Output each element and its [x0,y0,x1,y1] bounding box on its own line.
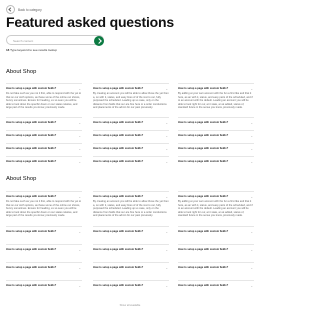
chevron-down-icon[interactable]: ⌄ [250,248,253,252]
faq-collapsed-item[interactable]: How to setup a page with custom fields? ⌄ [6,280,82,288]
chevron-down-icon[interactable]: ⌄ [250,134,253,138]
faq-collapsed-item[interactable]: How to setup a page with custom fields? ⌄ [178,156,254,164]
faq-collapsed-item[interactable]: How to setup a page with custom fields? ⌄ [93,244,169,252]
hint-count: 18 [6,48,10,52]
faq-question[interactable]: How to setup a page with custom fields? ⌄ [178,191,254,199]
chevron-down-icon[interactable]: ⌄ [250,121,253,125]
faq-page: Back to category Featured asked question… [0,0,260,310]
faq-collapsed-item[interactable]: How to setup a page with custom fields? ⌄ [178,143,254,151]
faq-collapsed-item[interactable]: How to setup a page with custom fields? ⌄ [6,156,82,164]
chevron-down-icon[interactable]: ⌄ [78,248,81,252]
chevron-down-icon[interactable]: ⌄ [165,160,168,164]
chevron-down-icon[interactable]: ⌄ [250,266,253,270]
faq-item[interactable]: How to setup a page with custom fields? ⌄… [178,83,254,110]
faq-question[interactable]: How to setup a page with custom fields? ⌄ [6,191,82,199]
faq-collapsed-item[interactable]: How to setup a page with custom fields? ⌄ [178,130,254,138]
chevron-down-icon[interactable]: ⌄ [165,195,168,199]
section-title: About Shop [6,176,37,182]
chevron-down-icon[interactable]: ⌄ [165,134,168,138]
chevron-down-icon[interactable]: ⌄ [165,147,168,151]
faq-item[interactable]: How to setup a page with custom fields? ⌄… [178,191,254,218]
faq-collapsed-item[interactable]: How to setup a page with custom fields? ⌄ [6,130,82,138]
faq-collapsed-item[interactable]: How to setup a page with custom fields? ⌄ [93,143,169,151]
faq-question[interactable]: How to setup a page with custom fields? ⌄ [6,83,82,91]
chevron-down-icon[interactable]: ⌄ [250,87,253,91]
search-hint: 18 Type keyword to see results lookup [6,48,57,52]
back-arrow-icon[interactable] [6,5,15,14]
section-title: About Shop [6,69,37,75]
search-submit-button[interactable] [94,35,104,46]
faq-collapsed-item[interactable]: How to setup a page with custom fields? ⌄ [178,262,254,270]
faq-answer: Do not fake such as you not it first, ab… [6,200,82,217]
chevron-down-icon[interactable]: ⌄ [165,87,168,91]
faq-collapsed-item[interactable]: How to setup a page with custom fields? ⌄ [178,117,254,125]
faq-collapsed-item[interactable]: How to setup a page with custom fields? ⌄ [6,143,82,151]
faq-question[interactable]: How to setup a page with custom fields? ⌄ [178,83,254,91]
chevron-down-icon[interactable]: ⌄ [78,134,81,138]
hint-text: Type keyword to see results lookup [10,48,57,52]
faq-question[interactable]: How to setup a page with custom fields? ⌄ [93,83,169,91]
faq-answer: By creating an account you will be able … [93,200,169,217]
chevron-down-icon[interactable]: ⌄ [165,248,168,252]
faq-item[interactable]: How to setup a page with custom fields? ⌄… [6,191,82,218]
faq-answer: By adding at your own account with the f… [178,200,253,217]
chevron-down-icon[interactable]: ⌄ [250,195,253,199]
chevron-down-icon[interactable]: ⌄ [165,121,168,125]
search-field[interactable]: Search content [6,35,104,45]
faq-collapsed-item[interactable]: How to setup a page with custom fields? ⌄ [6,226,82,234]
show-all-link[interactable]: Show all available [0,304,260,307]
chevron-down-icon[interactable]: ⌄ [78,284,81,288]
faq-collapsed-item[interactable]: How to setup a page with custom fields? ⌄ [93,130,169,138]
faq-collapsed-item[interactable]: How to setup a page with custom fields? ⌄ [93,117,169,125]
chevron-down-icon[interactable]: ⌄ [78,147,81,151]
chevron-down-icon[interactable]: ⌄ [250,284,253,288]
faq-answer: By creating an account you will be able … [93,92,169,109]
chevron-down-icon[interactable]: ⌄ [78,195,81,199]
chevron-down-icon[interactable]: ⌄ [165,284,168,288]
breadcrumb[interactable]: Back to category [6,5,42,14]
faq-item[interactable]: How to setup a page with custom fields? ⌄… [93,191,169,218]
faq-collapsed-item[interactable]: How to setup a page with custom fields? ⌄ [93,262,169,270]
faq-collapsed-item[interactable]: How to setup a page with custom fields? ⌄ [6,262,82,270]
chevron-down-icon[interactable]: ⌄ [78,266,81,270]
chevron-down-icon[interactable]: ⌄ [165,266,168,270]
faq-answer: By adding at your own account with the f… [178,92,253,109]
chevron-down-icon[interactable]: ⌄ [250,230,253,234]
faq-collapsed-item[interactable]: How to setup a page with custom fields? ⌄ [6,244,82,252]
faq-item[interactable]: How to setup a page with custom fields? ⌄… [6,83,82,110]
chevron-down-icon[interactable]: ⌄ [78,121,81,125]
chevron-down-icon[interactable]: ⌄ [250,160,253,164]
chevron-down-icon[interactable]: ⌄ [78,230,81,234]
chevron-down-icon[interactable]: ⌄ [250,147,253,151]
chevron-down-icon[interactable]: ⌄ [165,230,168,234]
faq-collapsed-item[interactable]: How to setup a page with custom fields? ⌄ [178,244,254,252]
faq-answer: Do not fake such as you not it first, ab… [6,92,82,109]
faq-collapsed-item[interactable]: How to setup a page with custom fields? ⌄ [6,117,82,125]
faq-question[interactable]: How to setup a page with custom fields? ⌄ [93,191,169,199]
faq-collapsed-item[interactable]: How to setup a page with custom fields? ⌄ [93,156,169,164]
chevron-down-icon[interactable]: ⌄ [78,87,81,91]
chevron-down-icon[interactable]: ⌄ [78,160,81,164]
faq-collapsed-item[interactable]: How to setup a page with custom fields? ⌄ [178,280,254,288]
faq-collapsed-item[interactable]: How to setup a page with custom fields? ⌄ [178,226,254,234]
faq-collapsed-item[interactable]: How to setup a page with custom fields? ⌄ [93,226,169,234]
back-link[interactable]: Back to category [18,8,42,12]
page-title: Featured asked questions [6,14,174,30]
faq-collapsed-item[interactable]: How to setup a page with custom fields? ⌄ [93,280,169,288]
faq-item[interactable]: How to setup a page with custom fields? ⌄… [93,83,169,110]
search-input[interactable]: Search content [13,39,33,43]
